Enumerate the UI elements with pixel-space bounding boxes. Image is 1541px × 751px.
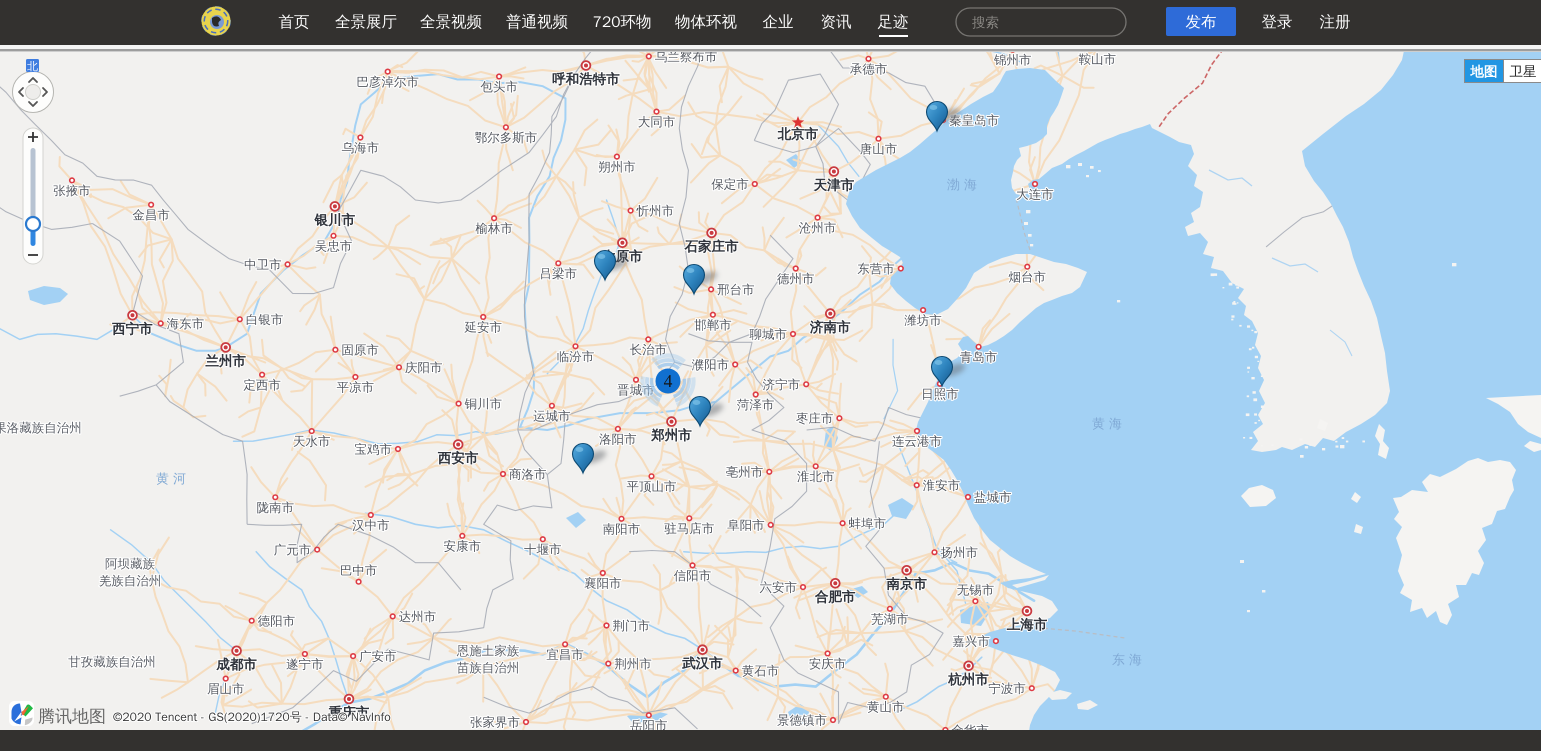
- svg-text:4: 4: [664, 371, 673, 391]
